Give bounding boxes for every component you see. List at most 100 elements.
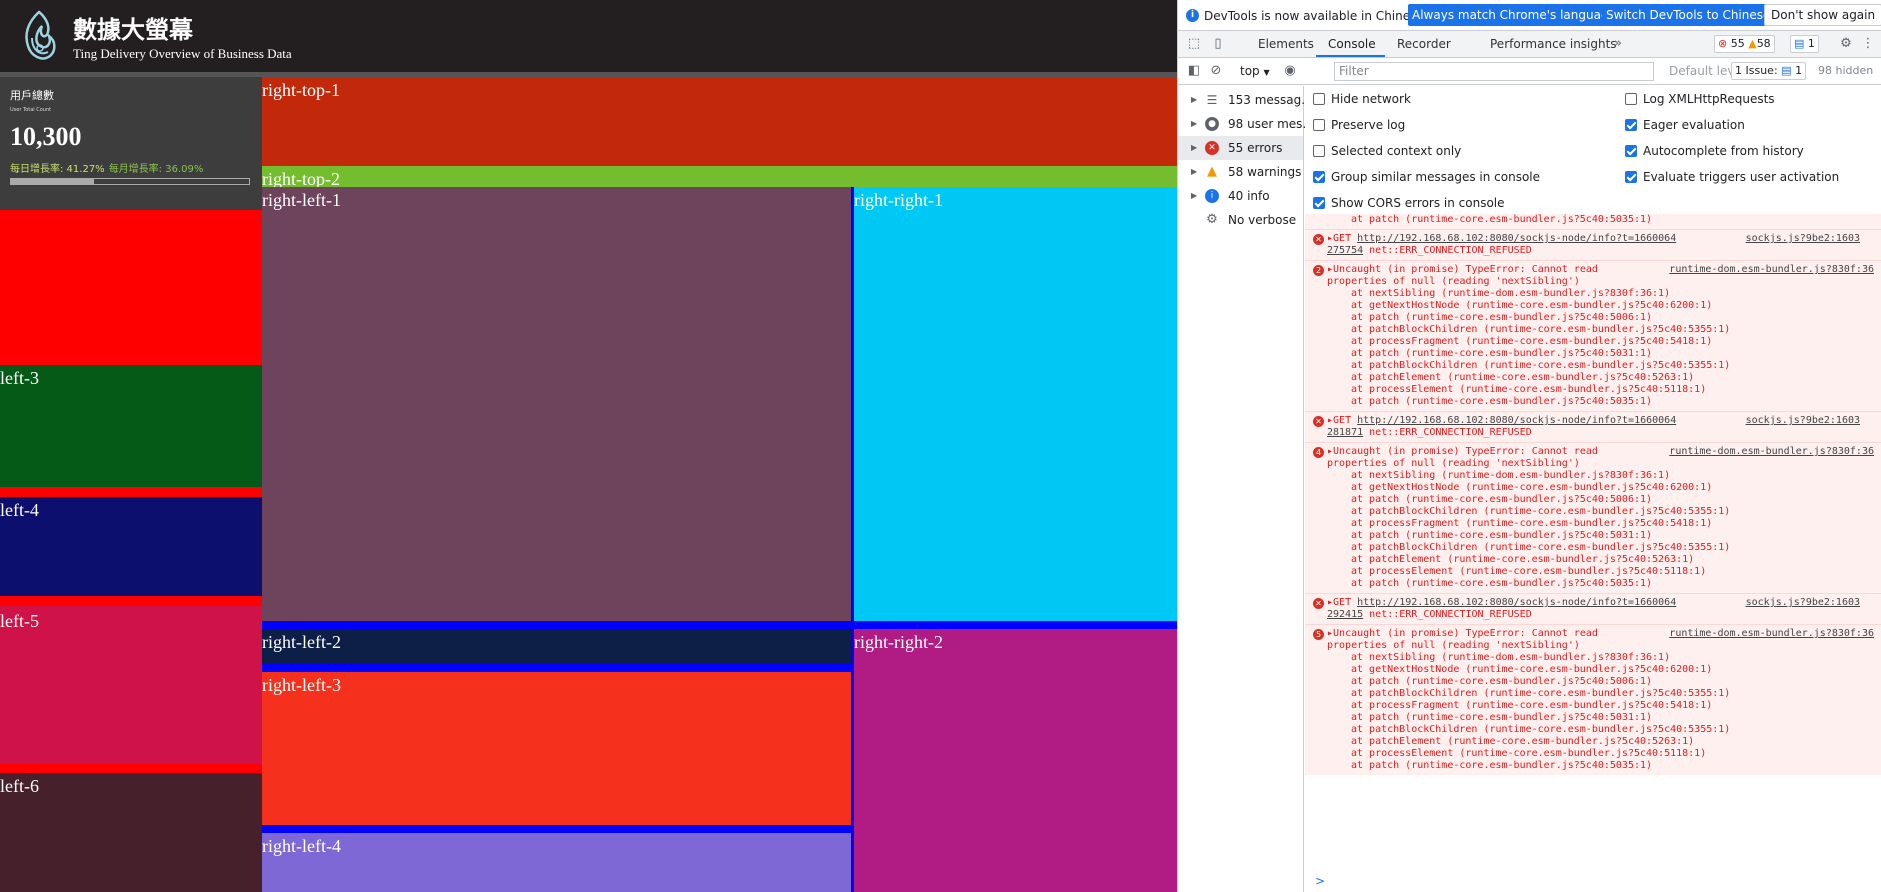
gear-icon[interactable]: ⚙ bbox=[1838, 36, 1854, 52]
sidebar-toggle-icon[interactable]: ◧ bbox=[1186, 63, 1202, 79]
panel-label: right-right-1 bbox=[854, 190, 943, 210]
stack-frame[interactable]: at processFragment (runtime-core.esm-bun… bbox=[1351, 700, 1878, 712]
messages-badge[interactable]: ▤ 1 bbox=[1790, 35, 1819, 53]
stack-frame[interactable]: at processElement (runtime-core.esm-bund… bbox=[1351, 566, 1878, 578]
stack-frame[interactable]: at getNextHostNode (runtime-core.esm-bun… bbox=[1351, 482, 1878, 494]
console-error-group[interactable]: 5 ▸Uncaught (in promise) TypeError: Cann… bbox=[1305, 624, 1881, 775]
inspect-element-icon[interactable]: ⬚ bbox=[1186, 36, 1202, 52]
tab-recorder[interactable]: Recorder bbox=[1397, 37, 1451, 51]
request-url[interactable]: http://192.168.68.102:8080/sockjs-node/i… bbox=[1357, 597, 1676, 608]
stack-frame[interactable]: at patchElement (runtime-core.esm-bundle… bbox=[1351, 736, 1878, 748]
sidebar-item-label: 58 warnings bbox=[1228, 165, 1302, 179]
stack-frame[interactable]: at patch (runtime-core.esm-bundler.js?5c… bbox=[1351, 712, 1878, 724]
stack-frame[interactable]: at patchBlockChildren (runtime-core.esm-… bbox=[1351, 324, 1878, 336]
stack-frame[interactable]: at patch (runtime-core.esm-bundler.js?5c… bbox=[1351, 396, 1878, 408]
stack-frame[interactable]: at patch (runtime-core.esm-bundler.js?5c… bbox=[1351, 760, 1878, 772]
panel-label: right-left-3 bbox=[262, 675, 341, 695]
stack-frame[interactable]: at patch (runtime-core.esm-bundler.js?5c… bbox=[1351, 494, 1878, 506]
clear-console-icon[interactable]: ⊘ bbox=[1208, 63, 1224, 79]
tab-console[interactable]: Console bbox=[1328, 37, 1376, 51]
hide-network-checkbox[interactable]: Hide network bbox=[1313, 92, 1411, 106]
tab-performance-insights[interactable]: Performance insights bbox=[1490, 37, 1617, 51]
source-link[interactable]: runtime-dom.esm-bundler.js?830f:36 bbox=[1669, 446, 1874, 458]
source-link[interactable]: sockjs.js?9be2:1603 bbox=[1746, 597, 1860, 609]
group-similar-checkbox[interactable]: Group similar messages in console bbox=[1313, 170, 1540, 184]
panel-left-6: left-6 bbox=[0, 773, 262, 892]
eager-evaluation-checkbox[interactable]: Eager evaluation bbox=[1625, 118, 1745, 132]
more-options-icon[interactable]: ⋮ bbox=[1860, 36, 1876, 52]
stack-frame[interactable]: at patch (runtime-core.esm-bundler.js?5c… bbox=[1351, 530, 1878, 542]
stack-frame[interactable]: at nextSibling (runtime-dom.esm-bundler.… bbox=[1351, 652, 1878, 664]
source-link[interactable]: sockjs.js?9be2:1603 bbox=[1746, 415, 1860, 427]
stack-frame[interactable]: at patchBlockChildren (runtime-core.esm-… bbox=[1351, 724, 1878, 736]
sidebar-item-info[interactable]: ▶ i 40 info bbox=[1178, 184, 1303, 208]
repeat-count-badge: 5 bbox=[1313, 629, 1324, 640]
source-link[interactable]: sockjs.js?9be2:1603 bbox=[1746, 233, 1860, 245]
preserve-log-checkbox[interactable]: Preserve log bbox=[1313, 118, 1405, 132]
checkbox-box bbox=[1625, 171, 1637, 183]
stack-frame[interactable]: at patchBlockChildren (runtime-core.esm-… bbox=[1351, 360, 1878, 372]
device-toolbar-icon[interactable]: ▯ bbox=[1210, 36, 1226, 52]
stack-frame[interactable]: at nextSibling (runtime-dom.esm-bundler.… bbox=[1351, 470, 1878, 482]
stack-frame[interactable]: at patch (runtime-core.esm-bundler.js?5c… bbox=[1351, 676, 1878, 688]
stack-frame[interactable]: at nextSibling (runtime-dom.esm-bundler.… bbox=[1351, 288, 1878, 300]
log-xhr-checkbox[interactable]: Log XMLHttpRequests bbox=[1625, 92, 1775, 106]
sidebar-item-label: 40 info bbox=[1228, 189, 1270, 203]
source-link[interactable]: runtime-dom.esm-bundler.js?830f:36 bbox=[1669, 264, 1874, 276]
autocomplete-checkbox[interactable]: Autocomplete from history bbox=[1625, 144, 1804, 158]
sidebar-item-errors[interactable]: ▶ ✕ 55 errors bbox=[1178, 136, 1303, 160]
stack-frame[interactable]: at processElement (runtime-core.esm-bund… bbox=[1351, 748, 1878, 760]
devtools-tab-bar: ⬚ ▯ Elements Console Recorder Performanc… bbox=[1178, 31, 1881, 58]
source-link[interactable]: runtime-dom.esm-bundler.js?830f:36 bbox=[1669, 628, 1874, 640]
filter-input[interactable]: Filter bbox=[1334, 62, 1654, 81]
console-error-group[interactable]: 4 ▸Uncaught (in promise) TypeError: Cann… bbox=[1305, 442, 1881, 593]
user-icon: ● bbox=[1205, 117, 1219, 131]
error-message: Uncaught (in promise) TypeError: Cannot … bbox=[1333, 628, 1598, 639]
switch-to-chinese-button[interactable]: Switch DevTools to Chinese bbox=[1602, 4, 1775, 26]
warning-icon: ▲ bbox=[1207, 164, 1217, 179]
context-selector[interactable]: top ▼ bbox=[1240, 64, 1270, 78]
console-prompt[interactable]: > bbox=[1305, 874, 1881, 892]
stack-frame[interactable]: at patch (runtime-core.esm-bundler.js?5c… bbox=[1351, 578, 1878, 590]
always-match-language-button[interactable]: Always match Chrome's language bbox=[1408, 4, 1620, 26]
live-expression-eye-icon[interactable]: ◉ bbox=[1282, 63, 1298, 79]
stack-frame[interactable]: at patchBlockChildren (runtime-core.esm-… bbox=[1351, 542, 1878, 554]
tab-elements[interactable]: Elements bbox=[1258, 37, 1314, 51]
stack-frame[interactable]: at processFragment (runtime-core.esm-bun… bbox=[1351, 336, 1878, 348]
stack-frame[interactable]: at patch (runtime-core.esm-bundler.js?5c… bbox=[1351, 312, 1878, 324]
stack-frame[interactable]: at processElement (runtime-core.esm-bund… bbox=[1351, 384, 1878, 396]
show-cors-checkbox[interactable]: Show CORS errors in console bbox=[1313, 196, 1505, 210]
stack-frame[interactable]: at processFragment (runtime-core.esm-bun… bbox=[1351, 518, 1878, 530]
dont-show-again-button[interactable]: Don't show again bbox=[1764, 4, 1881, 26]
stack-frame[interactable]: at getNextHostNode (runtime-core.esm-bun… bbox=[1351, 300, 1878, 312]
sidebar-item-warnings[interactable]: ▶ ▲ 58 warnings bbox=[1178, 160, 1303, 184]
request-url[interactable]: http://192.168.68.102:8080/sockjs-node/i… bbox=[1357, 415, 1676, 426]
more-tabs-icon[interactable]: » bbox=[1610, 36, 1626, 52]
panel-label: left-3 bbox=[0, 368, 39, 388]
sidebar-item-messages[interactable]: ▶ ☰ 153 messag... bbox=[1178, 88, 1313, 112]
request-url-tail[interactable]: 275754 bbox=[1327, 245, 1363, 256]
stack-frame[interactable]: at patchBlockChildren (runtime-core.esm-… bbox=[1351, 506, 1878, 518]
request-url-tail[interactable]: 292415 bbox=[1327, 609, 1363, 620]
repeat-count-badge: 2 bbox=[1313, 265, 1324, 276]
stack-frame[interactable]: at patch (runtime-core.esm-bundler.js?5c… bbox=[1351, 348, 1878, 360]
console-error-group[interactable]: 2 ▸Uncaught (in promise) TypeError: Cann… bbox=[1305, 260, 1881, 411]
stack-frame[interactable]: at getNextHostNode (runtime-core.esm-bun… bbox=[1351, 664, 1878, 676]
eval-triggers-checkbox[interactable]: Evaluate triggers user activation bbox=[1625, 170, 1839, 184]
stack-frame[interactable]: at patchElement (runtime-core.esm-bundle… bbox=[1351, 554, 1878, 566]
sidebar-item-label: 55 errors bbox=[1228, 141, 1283, 155]
console-network-error[interactable]: ✕ ▸GET http://192.168.68.102:8080/sockjs… bbox=[1305, 411, 1881, 442]
chevron-right-icon: ▶ bbox=[1191, 191, 1198, 200]
request-url-tail[interactable]: 281871 bbox=[1327, 427, 1363, 438]
error-warning-badge[interactable]: ⊗ 55 ▲58 bbox=[1714, 35, 1775, 53]
sidebar-item-verbose[interactable]: ⚙ No verbose bbox=[1178, 208, 1303, 232]
console-network-error[interactable]: ✕ ▸GET http://192.168.68.102:8080/sockjs… bbox=[1305, 229, 1881, 260]
stack-frame[interactable]: at patchBlockChildren (runtime-core.esm-… bbox=[1351, 688, 1878, 700]
stack-frame[interactable]: at patchElement (runtime-core.esm-bundle… bbox=[1351, 372, 1878, 384]
request-url[interactable]: http://192.168.68.102:8080/sockjs-node/i… bbox=[1357, 233, 1676, 244]
console-network-error[interactable]: ✕ ▸GET http://192.168.68.102:8080/sockjs… bbox=[1305, 593, 1881, 624]
issues-badge[interactable]: 1 Issue: ▤ 1 bbox=[1731, 62, 1807, 80]
selected-context-checkbox[interactable]: Selected context only bbox=[1313, 144, 1461, 158]
panel-left-red-gap-1 bbox=[0, 487, 262, 497]
sidebar-item-user-messages[interactable]: ▶ ● 98 user mes... bbox=[1178, 112, 1314, 136]
